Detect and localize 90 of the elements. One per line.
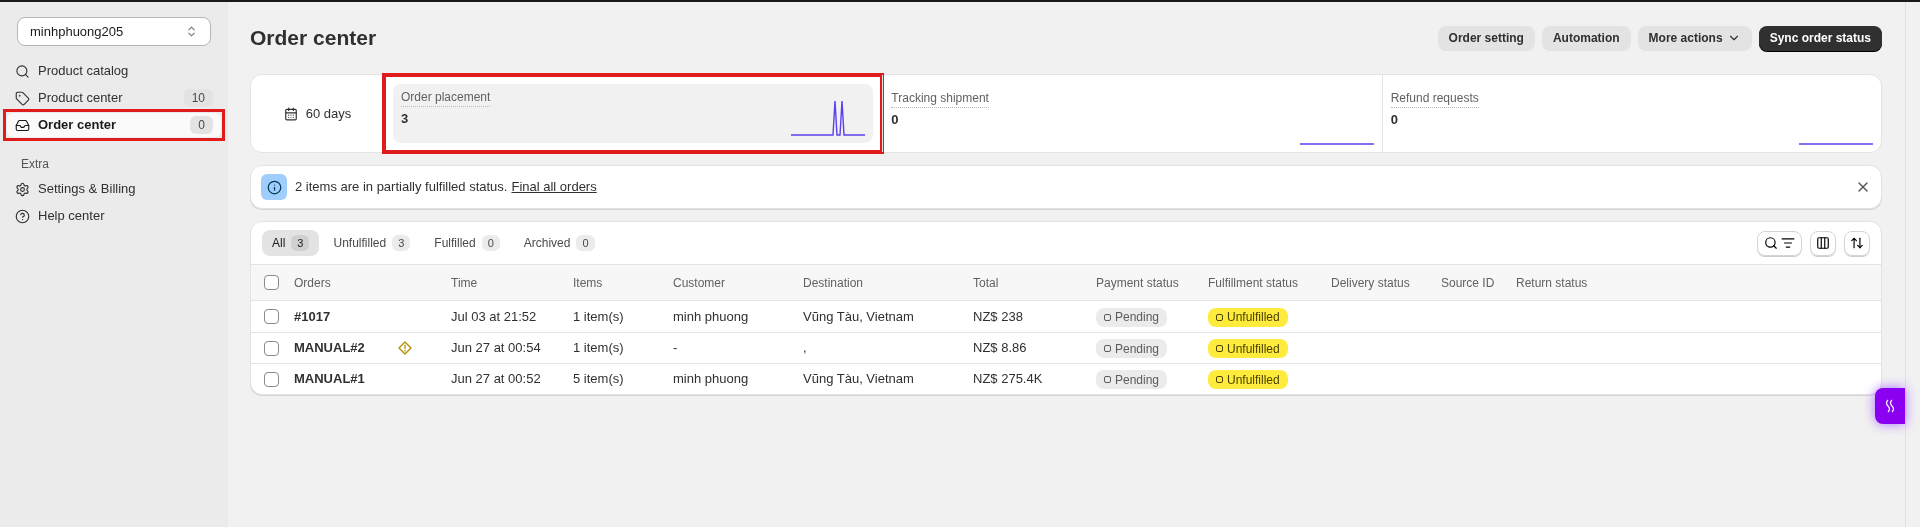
column-header: Fulfillment status xyxy=(1208,274,1300,292)
order-link[interactable]: MANUAL#2 xyxy=(294,338,398,358)
info-icon xyxy=(261,174,287,200)
status-badge: Unfulfilled xyxy=(1208,370,1288,389)
metric-value: 3 xyxy=(401,110,410,128)
count-badge: 0 xyxy=(576,234,595,252)
column-header: Total xyxy=(973,274,1000,292)
column-header: Return status xyxy=(1516,274,1589,292)
table-cell-text: minh phuong xyxy=(673,370,750,389)
sort-button[interactable] xyxy=(1844,230,1870,256)
table-cell-text: Jun 27 at 00:54 xyxy=(451,339,542,358)
assistant-button[interactable] xyxy=(1875,388,1905,424)
table-cell-text: Vũng Tàu, Vietnam xyxy=(803,307,915,326)
search-icon xyxy=(1764,236,1778,250)
banner-text: 2 items are in partially fulfilled status. xyxy=(295,178,508,197)
column-header: Orders xyxy=(294,274,332,292)
table-cell-text: - xyxy=(673,339,679,358)
metric-label: Refund requests xyxy=(1390,89,1479,108)
inbox-icon xyxy=(15,117,30,133)
chevrons-icon xyxy=(185,25,198,38)
period-selector[interactable]: 60 days xyxy=(251,75,384,152)
help-icon xyxy=(15,208,30,224)
table-cell-text: NZ$ 8.86 xyxy=(973,339,1028,358)
tag-icon xyxy=(15,90,30,106)
filter-tab[interactable]: Archived 0 xyxy=(513,230,605,256)
column-header: Items xyxy=(573,274,604,292)
status-badge: Unfulfilled xyxy=(1208,339,1288,358)
row-checkbox[interactable] xyxy=(264,340,279,356)
metric-tile[interactable]: Tracking shipment 0 xyxy=(883,75,1382,152)
filter-tab[interactable]: All 3 xyxy=(262,230,320,256)
order-link[interactable]: #1017 xyxy=(294,306,398,327)
settings-icon xyxy=(15,181,30,197)
status-badge: Pending xyxy=(1096,370,1168,389)
column-header: Customer xyxy=(673,274,726,292)
metric-label: Order placement xyxy=(401,88,491,107)
table-cell-text: Jun 27 at 00:52 xyxy=(451,370,542,389)
final-orders-link[interactable]: Final all orders xyxy=(511,177,597,197)
table-cell-text: NZ$ 238 xyxy=(973,307,1024,326)
search-filter-button[interactable] xyxy=(1757,230,1802,256)
table-cell-text: Vũng Tàu, Vietnam xyxy=(803,370,915,389)
table-cell-text: 1 item(s) xyxy=(573,307,625,326)
waves-icon xyxy=(1884,399,1896,413)
column-header: Source ID xyxy=(1441,274,1496,292)
sidebar-item[interactable]: Order center 0 xyxy=(7,113,221,137)
table-cell-text: NZ$ 275.4K xyxy=(973,370,1044,389)
menu-button[interactable]: More actions xyxy=(1637,25,1752,51)
action-button[interactable]: Order setting xyxy=(1437,25,1535,51)
column-header: Destination xyxy=(803,274,865,292)
count-badge: 3 xyxy=(291,234,310,252)
count-badge: 3 xyxy=(392,234,411,252)
count-badge: 0 xyxy=(190,116,213,134)
page-title: Order center xyxy=(250,25,377,52)
filter-tab[interactable]: Unfulfilled 3 xyxy=(323,230,421,256)
metric-value: 0 xyxy=(891,111,900,129)
filter-icon xyxy=(1781,236,1795,250)
metric-tile[interactable]: Order placement 3 xyxy=(393,84,874,143)
sidebar-item[interactable]: Settings & Billing xyxy=(7,177,221,201)
row-checkbox[interactable] xyxy=(264,371,279,387)
select-all-checkbox[interactable] xyxy=(264,275,279,290)
status-badge: Unfulfilled xyxy=(1208,307,1288,327)
table-cell-text: 1 item(s) xyxy=(573,339,625,358)
action-button[interactable]: Automation xyxy=(1541,25,1631,51)
count-badge: 0 xyxy=(481,234,500,252)
table-cell-text: minh phuong xyxy=(673,307,750,326)
sidebar-item[interactable]: Product center 10 xyxy=(7,86,221,110)
calendar-icon xyxy=(283,106,298,121)
section-title: Extra xyxy=(20,156,50,173)
metric-value: 0 xyxy=(1390,111,1399,129)
table-cell-text: Jul 03 at 21:52 xyxy=(451,307,538,326)
row-checkbox[interactable] xyxy=(264,309,279,324)
sidebar-item[interactable]: Help center xyxy=(7,204,221,228)
column-header: Delivery status xyxy=(1331,274,1411,292)
metric-tile[interactable]: Refund requests 0 xyxy=(1382,75,1881,152)
table-cell-text: , xyxy=(803,339,808,358)
table-cell-text: 5 item(s) xyxy=(573,370,625,389)
order-link[interactable]: MANUAL#1 xyxy=(294,369,398,389)
sidebar-item[interactable]: Product catalog xyxy=(7,59,221,83)
action-button[interactable]: Sync order status xyxy=(1758,25,1882,51)
metric-label: Tracking shipment xyxy=(891,89,989,108)
columns-icon xyxy=(1816,236,1830,250)
column-header: Payment status xyxy=(1096,274,1180,292)
filter-tab[interactable]: Fulfilled 0 xyxy=(424,230,510,256)
status-badge: Pending xyxy=(1096,339,1168,358)
sort-icon xyxy=(1850,236,1864,250)
columns-button[interactable] xyxy=(1810,230,1836,256)
count-badge: 10 xyxy=(183,89,213,107)
status-badge: Pending xyxy=(1096,307,1168,327)
store-selector[interactable]: minhphuong205 xyxy=(17,17,211,46)
search-icon xyxy=(15,63,30,79)
column-header: Time xyxy=(451,274,479,292)
